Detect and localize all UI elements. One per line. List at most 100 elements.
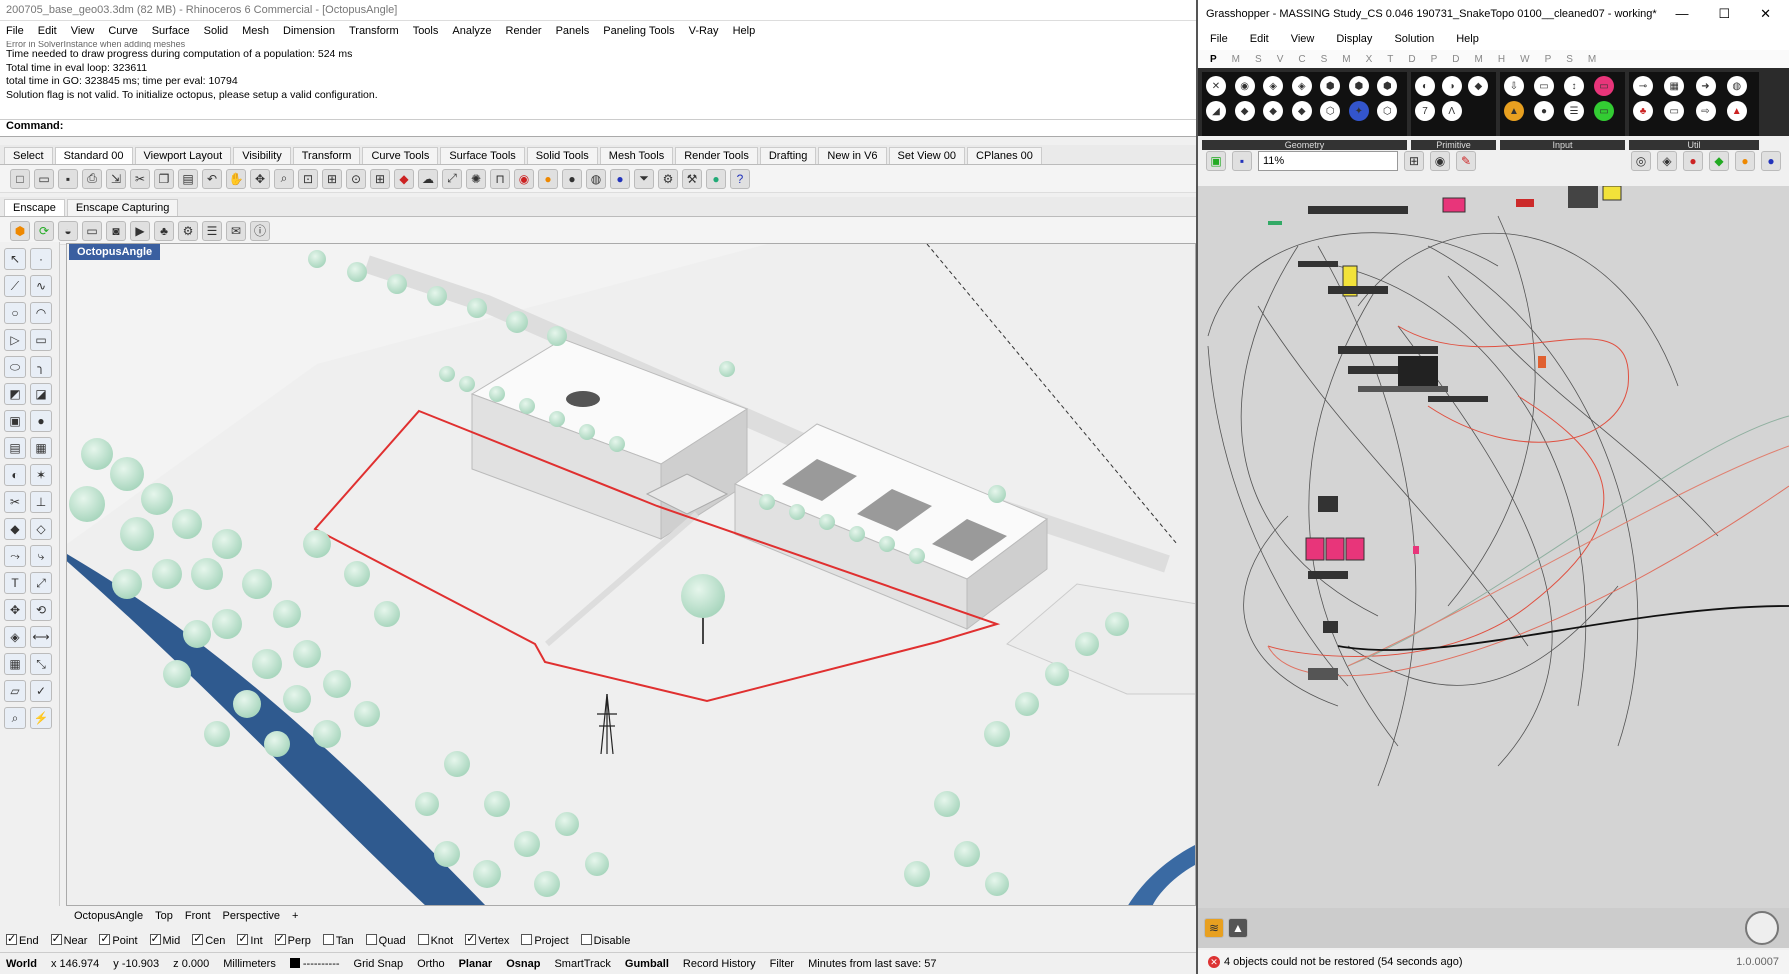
gh-component-tab[interactable]: P	[1210, 54, 1217, 65]
gh-menu-help[interactable]: Help	[1456, 33, 1479, 45]
gh-component-tab[interactable]: D	[1452, 54, 1459, 65]
tab-surface-tools[interactable]: Surface Tools	[440, 147, 525, 164]
tab-visibility[interactable]: Visibility	[233, 147, 291, 164]
mesh-icon[interactable]: ▦	[30, 437, 52, 459]
world-icon[interactable]: ●	[706, 168, 726, 189]
grid-snap-toggle[interactable]: Grid Snap	[354, 958, 404, 970]
gh-menu-view[interactable]: View	[1291, 33, 1315, 45]
filter-toggle[interactable]: Filter	[770, 958, 794, 970]
camera-icon[interactable]: ◙	[106, 220, 126, 241]
print-icon[interactable]: ⎙	[82, 168, 102, 189]
point-icon[interactable]: ·	[30, 248, 52, 270]
osnap-perp[interactable]: Perp	[274, 932, 311, 947]
tools-icon[interactable]: ⚒	[682, 168, 702, 189]
cylinder-icon[interactable]: ▤	[4, 437, 26, 459]
viewport-tab-front[interactable]: Front	[185, 910, 211, 922]
rotate-view-icon[interactable]: ✥	[250, 168, 270, 189]
gh-param-icon[interactable]: ⬡	[1320, 101, 1341, 121]
pan-hand-icon[interactable]: ✋	[226, 168, 246, 189]
menu-curve[interactable]: Curve	[108, 25, 137, 37]
preview-shaded-icon[interactable]: ◈	[1657, 151, 1677, 171]
red-car-icon[interactable]: ◆	[394, 168, 414, 189]
trim-icon[interactable]: ✂	[4, 491, 26, 513]
gh-component-tab[interactable]: M	[1475, 54, 1483, 65]
gh-util-icon[interactable]: ▲	[1726, 101, 1747, 121]
zoom-window-icon[interactable]: ⊡	[298, 168, 318, 189]
dimension-icon[interactable]: ⤢	[30, 572, 52, 594]
ungroup-icon[interactable]: ◇	[30, 518, 52, 540]
render-icon[interactable]: ⚡	[30, 707, 52, 729]
globe-icon[interactable]: ●	[610, 168, 630, 189]
sphere-icon[interactable]: ●	[30, 410, 52, 432]
viewport-tab-add[interactable]: +	[292, 910, 298, 922]
menu-edit[interactable]: Edit	[38, 25, 57, 37]
gh-input-icon[interactable]: ●	[1534, 101, 1554, 121]
minimize-icon[interactable]: —	[1675, 6, 1688, 22]
gh-component-tab[interactable]: P	[1545, 54, 1552, 65]
gh-color-icon[interactable]: ●	[1735, 151, 1755, 171]
zoom-extents-icon[interactable]: ⊞	[322, 168, 342, 189]
triangle-icon[interactable]: ▷	[4, 329, 26, 351]
gh-param-icon[interactable]: ⬡	[1377, 101, 1398, 121]
gear-icon[interactable]: ⚙	[658, 168, 678, 189]
gh-param-icon[interactable]: ◆	[1468, 76, 1489, 96]
checkbox-icon[interactable]	[417, 933, 429, 945]
boolean-icon[interactable]: ◐	[4, 464, 26, 486]
gh-input-icon[interactable]: ☰	[1564, 101, 1584, 121]
enscape-start-icon[interactable]: ⬢	[10, 220, 30, 241]
osnap-project[interactable]: Project	[521, 933, 569, 947]
enscape-capture-icon[interactable]: ▭	[82, 220, 102, 241]
filter-icon[interactable]: ⏷	[634, 168, 654, 189]
gh-input-icon[interactable]: ⇩	[1504, 76, 1524, 96]
osnap-near[interactable]: Near	[50, 932, 87, 947]
osnap-knot[interactable]: Knot	[417, 933, 453, 947]
split-icon[interactable]: ⊥	[30, 491, 52, 513]
info-icon[interactable]: ⓘ	[250, 220, 270, 241]
gh-component-tab[interactable]: X	[1366, 54, 1373, 65]
sphere-shaded-icon[interactable]: ◍	[586, 168, 606, 189]
record-history-toggle[interactable]: Record History	[683, 958, 756, 970]
box-icon[interactable]: ▣	[4, 410, 26, 432]
gh-component-tab[interactable]: S	[1566, 54, 1573, 65]
import-icon[interactable]: ⇲	[106, 168, 126, 189]
new-file-icon[interactable]: □	[10, 168, 30, 189]
loft-icon[interactable]: ◪	[30, 383, 52, 405]
zoom-level-select[interactable]: 11%	[1258, 151, 1398, 171]
eye-preview-icon[interactable]: ◉	[1430, 151, 1450, 171]
help-icon[interactable]: ?	[730, 168, 750, 189]
gh-util-icon[interactable]: ⇨	[1695, 101, 1716, 121]
gh-canvas[interactable]	[1198, 186, 1789, 908]
viewport-octopusangle[interactable]: OctopusAngle	[66, 243, 1196, 906]
tab-enscape[interactable]: Enscape	[4, 199, 65, 216]
sphere-render-icon[interactable]: ●	[562, 168, 582, 189]
gh-param-icon[interactable]: ✦	[1348, 101, 1369, 121]
dimension-linear-icon[interactable]: ⟷	[30, 626, 52, 648]
copy-icon[interactable]: ❐	[154, 168, 174, 189]
preview-wire-icon[interactable]: ◎	[1631, 151, 1651, 171]
gh-save-icon[interactable]: ▪	[1232, 151, 1252, 171]
gh-param-icon[interactable]: ◑	[1441, 76, 1462, 96]
viewport-tab-perspective[interactable]: Perspective	[223, 910, 280, 922]
ellipse-icon[interactable]: ⬭	[4, 356, 26, 378]
tab-new-in-v6[interactable]: New in V6	[818, 147, 887, 164]
checkbox-icon[interactable]	[6, 932, 17, 945]
circle-icon[interactable]: ○	[4, 302, 26, 324]
gh-util-icon[interactable]: ⊸	[1633, 76, 1653, 96]
ortho-toggle[interactable]: Ortho	[417, 958, 445, 970]
snap-arrow-icon[interactable]: ⤢	[442, 168, 462, 189]
material-icon[interactable]: ◉	[514, 168, 534, 189]
tab-render-tools[interactable]: Render Tools	[675, 147, 758, 164]
gh-component-tab[interactable]: M	[1342, 54, 1350, 65]
select-arrow-icon[interactable]: ↖	[4, 248, 26, 270]
checkbox-icon[interactable]	[580, 933, 592, 945]
gh-param-icon[interactable]: ◢	[1206, 101, 1226, 121]
osnap-cen[interactable]: Cen	[192, 932, 225, 947]
checkbox-icon[interactable]	[465, 932, 477, 945]
menu-file[interactable]: File	[6, 25, 24, 37]
gh-material-icon[interactable]: ◆	[1709, 151, 1729, 171]
gh-util-icon[interactable]: ▦	[1664, 76, 1685, 96]
menu-tools[interactable]: Tools	[413, 25, 439, 37]
gh-param-icon[interactable]: ◆	[1263, 101, 1284, 121]
menu-solid[interactable]: Solid	[204, 25, 228, 37]
menu-dimension[interactable]: Dimension	[283, 25, 335, 37]
